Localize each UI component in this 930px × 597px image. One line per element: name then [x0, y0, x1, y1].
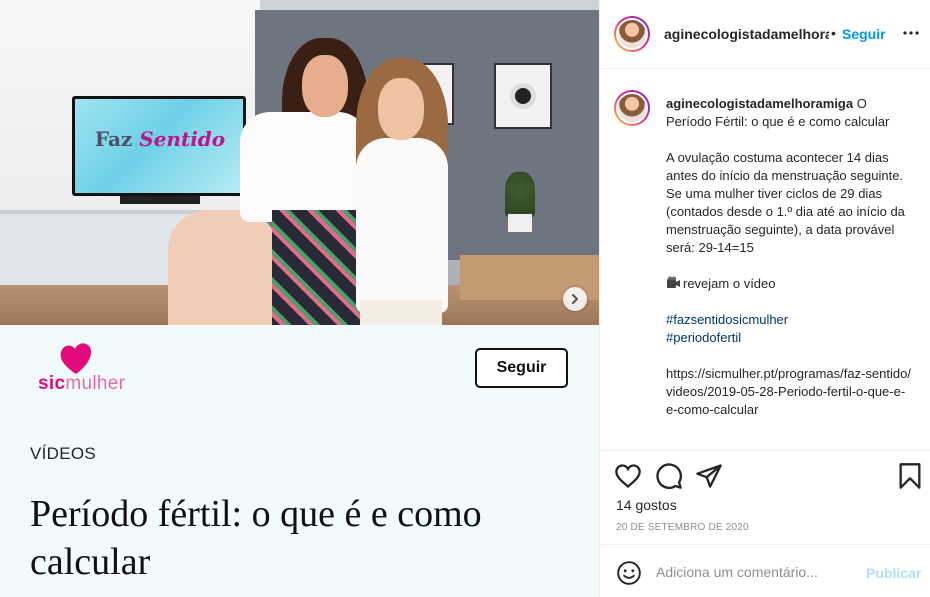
sic-mulher-logo: sicmulher — [38, 339, 148, 399]
post-media: Faz Sentido sicmulher Seguir VÍDEOS Perí… — [0, 0, 599, 597]
separator-dot: • — [831, 25, 836, 41]
comment-input[interactable] — [656, 559, 856, 585]
card-follow-button[interactable]: Seguir — [475, 348, 568, 388]
post-header: aginecologistadamelhoramiga • Seguir — [600, 0, 930, 69]
armchair — [168, 210, 278, 325]
tv-screen: Faz Sentido — [72, 96, 246, 196]
caption-link: https://sicmulher.pt/programas/faz-senti… — [666, 366, 911, 417]
post-date: 20 DE SETEMBRO DE 2020 — [616, 522, 749, 533]
comment-icon[interactable] — [655, 462, 683, 490]
video-camera-icon — [667, 276, 680, 288]
card-title[interactable]: Período fértil: o que é e como calcular — [30, 490, 570, 586]
bookmark-icon[interactable] — [896, 462, 924, 490]
share-icon[interactable] — [695, 462, 723, 490]
link-preview-card[interactable]: sicmulher Seguir VÍDEOS Período fértil: … — [0, 325, 599, 597]
more-options-button[interactable] — [900, 22, 922, 44]
header-username[interactable]: aginecologistadamelhoramiga — [664, 26, 829, 42]
caption-paragraph: A ovulação costuma acontecer 14 dias ant… — [666, 150, 905, 255]
tv-show-logo: Faz Sentido — [94, 127, 226, 151]
next-slide-button[interactable] — [563, 287, 587, 311]
post-photo[interactable]: Faz Sentido — [0, 0, 599, 325]
person-left — [240, 112, 368, 222]
likes-count[interactable]: 14 gostos — [616, 497, 677, 513]
hashtag[interactable]: #fazsentidosicmulher — [666, 312, 788, 327]
post-actions: 14 gostos 20 DE SETEMBRO DE 2020 — [600, 450, 930, 544]
wall-frame — [494, 63, 552, 129]
post-side-panel: aginecologistadamelhoramiga • Seguir agi… — [599, 0, 930, 597]
caption-username[interactable]: aginecologistadamelhoramiga — [666, 96, 853, 111]
hashtag[interactable]: #periodofertil — [666, 330, 741, 345]
caption-video-note: revejam o vídeo — [683, 276, 776, 291]
heart-logo-icon — [60, 343, 92, 374]
chevron-right-icon — [572, 294, 578, 304]
card-category: VÍDEOS — [30, 444, 97, 463]
more-icon — [903, 31, 919, 35]
avatar[interactable] — [614, 90, 650, 126]
plant — [505, 172, 535, 217]
caption: aginecologistadamelhoramiga O Período Fé… — [600, 70, 930, 450]
comment-bar: Publicar — [600, 544, 930, 597]
follow-button[interactable]: Seguir — [842, 26, 886, 42]
post-comment-button[interactable]: Publicar — [866, 565, 921, 581]
emoji-icon[interactable] — [616, 560, 642, 586]
person-right — [356, 138, 448, 313]
heart-icon[interactable] — [614, 462, 642, 490]
avatar[interactable] — [614, 16, 650, 52]
